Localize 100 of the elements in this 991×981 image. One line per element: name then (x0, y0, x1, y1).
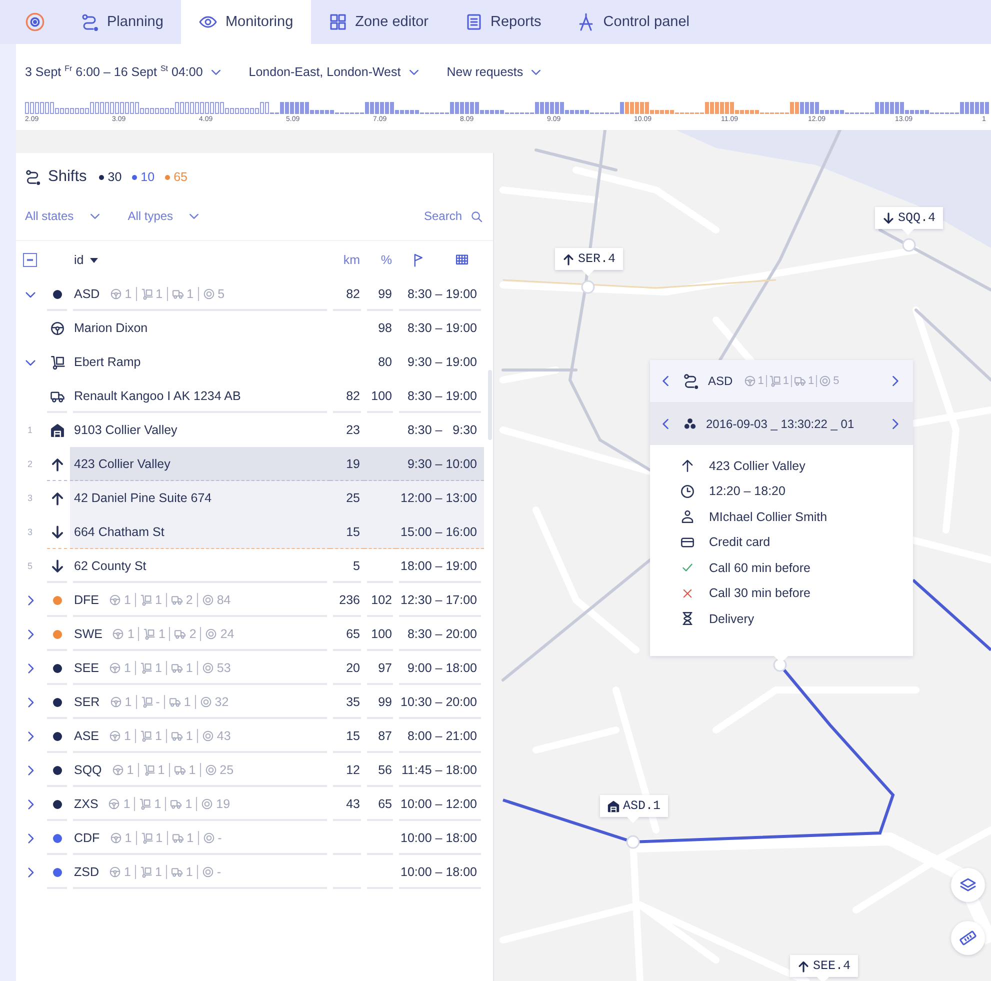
panel-title: Shifts (48, 168, 87, 186)
steering-wheel-icon (112, 764, 124, 776)
target-icon (202, 832, 215, 844)
steering-wheel-icon (109, 866, 121, 878)
van-icon (174, 628, 186, 640)
count-label: 1 (156, 287, 163, 301)
time-range: 8:30 – 9:30 (407, 423, 477, 437)
nav-tab[interactable]: Zone editor (311, 0, 446, 44)
shift-id[interactable]: ZXS (74, 797, 98, 811)
count-label: 5 (833, 375, 840, 387)
count-label: 1 (124, 287, 132, 301)
nav-tab[interactable]: Reports (446, 0, 560, 44)
shift-id[interactable]: SQQ (74, 763, 102, 777)
time-range: 9:30 – 19:00 (407, 355, 477, 369)
count-label: 1 (186, 865, 193, 879)
time-range: 8:30 – 19:00 (407, 321, 477, 335)
target-icon (202, 730, 214, 742)
van-icon (172, 832, 184, 844)
hand-truck-icon (142, 764, 155, 776)
percent-value: 80 (378, 355, 392, 369)
percent-value: 99 (378, 287, 392, 301)
nav-tab[interactable]: Control panel (559, 0, 708, 44)
time-range: 12:30 – 17:00 (400, 593, 477, 607)
filter-dropdown[interactable]: 3 Sept $^{Fr}$ 6:00 – 16 Sept $^{St}$ 04:00 (25, 64, 223, 80)
shift-id[interactable]: SER (74, 695, 100, 709)
shift-id[interactable]: ASD (74, 287, 100, 301)
grid-icon (329, 13, 348, 31)
column-header[interactable]: % (380, 253, 392, 267)
count-label: 1 (127, 627, 134, 641)
nav-tab[interactable]: Monitoring (181, 0, 312, 44)
van-icon (170, 866, 183, 878)
target-icon (819, 375, 832, 387)
detail-text: Call 60 min before (709, 560, 810, 575)
count-label: - (218, 831, 222, 845)
van-icon (170, 798, 182, 810)
checkered-flag-icon[interactable] (455, 253, 469, 267)
count-label: 1 (154, 797, 162, 811)
search-button[interactable]: Search (424, 209, 483, 223)
address-cell[interactable]: 664 Chatham St (70, 515, 330, 549)
nav-tab[interactable]: Planning (63, 0, 182, 44)
address-cell[interactable]: 62 County St (70, 549, 330, 583)
person-icon (680, 509, 695, 524)
time-range: 8:30 – 20:00 (407, 627, 477, 641)
address-cell[interactable]: 42 Daniel Pine Suite 674 (70, 481, 330, 515)
arrow-down-icon (50, 524, 64, 540)
distance-value: 236 (339, 593, 360, 607)
hand-truck-icon (140, 696, 153, 708)
count-label: 1 (188, 763, 196, 777)
count-label: 1 (184, 695, 191, 709)
table-cell: 25 (330, 481, 364, 515)
steering-wheel-icon (112, 628, 124, 640)
address-cell[interactable]: 9103 Collier Valley (70, 413, 330, 447)
address-cell[interactable]: 423 Collier Valley (70, 447, 330, 481)
document-icon (464, 13, 482, 31)
count-label: 1 (782, 375, 789, 387)
percent-value: 87 (378, 729, 392, 743)
row-number: 1 (27, 425, 32, 435)
time-range: 10:30 – 20:00 (400, 695, 477, 709)
arrow-down-icon (882, 212, 895, 224)
count-label: 1 (154, 729, 162, 743)
filter-dropdown[interactable]: New requests (446, 65, 544, 79)
distance-value: 43 (346, 797, 360, 811)
route-icon (81, 13, 99, 31)
percent-value: 100 (371, 627, 392, 641)
percent-value: 102 (371, 593, 392, 607)
compass-icon (577, 13, 596, 31)
select-all-checkbox[interactable] (23, 253, 37, 267)
detail-text: 423 Collier Valley (709, 458, 806, 473)
clock-icon (680, 484, 695, 499)
search-icon (470, 210, 483, 222)
column-header[interactable]: km (343, 253, 360, 267)
hand-truck-icon (50, 354, 64, 370)
target-icon (202, 866, 214, 878)
filter-dropdown[interactable]: London-East, London-West (248, 65, 421, 79)
column-header[interactable]: id (74, 253, 98, 267)
shift-id[interactable]: ZSD (74, 865, 99, 879)
table-cell: 15 (330, 515, 364, 549)
shift-id[interactable]: DFE (74, 593, 99, 607)
count-label: 84 (216, 593, 231, 607)
steering-wheel-icon (110, 832, 122, 844)
target-icon (204, 764, 217, 776)
hand-truck-icon (140, 730, 152, 742)
distance-value: 5 (353, 559, 360, 573)
table-cell: 12:00 – 13:00 (396, 481, 484, 515)
row-number: 2 (27, 459, 32, 469)
hand-truck-icon (768, 375, 781, 387)
ruler-icon (959, 929, 977, 947)
percent-value: 65 (378, 797, 392, 811)
arrow-up-icon (680, 458, 695, 474)
state-filter[interactable]: All states (25, 209, 102, 223)
shift-id[interactable]: ASE (74, 729, 100, 743)
type-filter[interactable]: All types (128, 209, 202, 223)
count-label: 1 (158, 627, 166, 641)
shift-id[interactable]: SWE (74, 627, 102, 641)
shift-id[interactable]: SEE (74, 661, 100, 675)
distance-value: 12 (346, 763, 360, 777)
percent-value: 56 (378, 763, 392, 777)
shift-id[interactable]: CDF (74, 831, 100, 845)
logo-icon[interactable] (25, 12, 45, 32)
percent-value: 97 (378, 661, 392, 675)
